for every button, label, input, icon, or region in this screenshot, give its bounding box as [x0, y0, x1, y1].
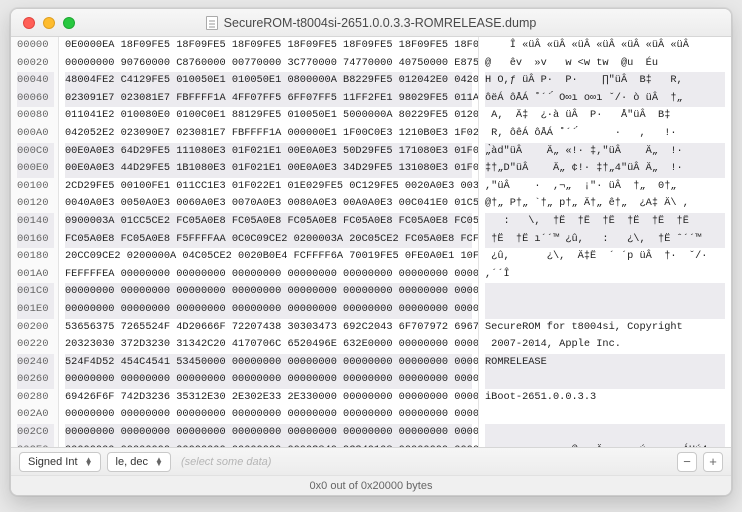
ascii-row[interactable]: ROMRELEASE — [485, 354, 725, 372]
offset-row: 000E0 — [17, 160, 54, 178]
offset-gutter: 0000000020000400006000080000A0000C0000E0… — [11, 37, 59, 447]
titlebar[interactable]: SecureROM-t8004si-2651.0.0.3.3-ROMRELEAS… — [11, 9, 731, 37]
offset-row: 00100 — [17, 178, 54, 196]
ascii-row[interactable]: 2007-2014, Apple Inc. — [485, 336, 725, 354]
hex-row[interactable]: 0900003A 01CC5CE2 FC05A0E8 FC05A0E8 FC05… — [65, 213, 472, 231]
offset-row: 00120 — [17, 195, 54, 213]
hex-row[interactable]: 20323030 372D3230 31342C20 4170706C 6520… — [65, 336, 472, 354]
hex-row[interactable]: 00E0A0E3 64D29FE5 111080E3 01F021E1 00E0… — [65, 143, 472, 161]
offset-row: 00260 — [17, 371, 54, 389]
chevron-updown-icon: ▲▼ — [84, 458, 94, 466]
hex-row[interactable]: 00000000 00000000 00000000 00000000 0000… — [65, 424, 472, 442]
ascii-row[interactable]: Î «üÂ «üÂ «üÂ «üÂ «üÂ «üÂ «üÂ — [485, 37, 725, 55]
hex-row[interactable]: 00000000 00000000 00000000 00000000 0000… — [65, 283, 472, 301]
hex-row[interactable]: 00000000 00000000 00000000 00000000 0000… — [65, 371, 472, 389]
minus-button[interactable]: − — [677, 452, 697, 472]
traffic-lights — [23, 17, 75, 29]
offset-row: 00040 — [17, 72, 54, 90]
offset-row: 00240 — [17, 354, 54, 372]
status-bar: 0x0 out of 0x20000 bytes — [11, 475, 731, 495]
ascii-row[interactable] — [485, 371, 725, 389]
offset-row: 000A0 — [17, 125, 54, 143]
ascii-row[interactable]: R, ôêÁ ôÅÁ ˚´´́ · , !· — [485, 125, 725, 143]
footer-bar: Signed Int ▲▼ le, dec ▲▼ (select some da… — [11, 447, 731, 475]
selection-hint: (select some data) — [181, 456, 271, 468]
close-icon[interactable] — [23, 17, 35, 29]
hex-row[interactable]: 00000000 00000000 00000000 00000000 0000… — [65, 301, 472, 319]
hex-row[interactable]: 20CC09CE2 0200000A 04C05CE2 0020B0E4 FCF… — [65, 248, 472, 266]
type-select-label: Signed Int — [28, 456, 78, 468]
ascii-row[interactable]: †Ë †Ë ı´´™ ¿û, : ¿\, †Ë ˆ´´™ — [485, 231, 725, 249]
hex-row[interactable]: 00000000 90760000 C8760000 00770000 3C77… — [65, 55, 472, 73]
offset-row: 001E0 — [17, 301, 54, 319]
hex-row[interactable]: 48004FE2 C4129FE5 010050E1 010050E1 0800… — [65, 72, 472, 90]
ascii-row[interactable]: H O,ƒ üÂ P· P· ∏"üÂ B‡ R, — [485, 72, 725, 90]
ascii-row[interactable]: SecureROM for t8004si, Copyright — [485, 319, 725, 337]
offset-row: 00020 — [17, 55, 54, 73]
ascii-row[interactable] — [485, 301, 725, 319]
ascii-row[interactable] — [485, 283, 725, 301]
content-area: 0000000020000400006000080000A0000C0000E0… — [11, 37, 731, 447]
offset-row: 002A0 — [17, 406, 54, 424]
ascii-row[interactable]: ,´´Î — [485, 266, 725, 284]
chevron-updown-icon: ▲▼ — [154, 458, 164, 466]
hex-row[interactable]: 023091E7 023081E7 FBFFFF1A 4FF07FF5 6FF0… — [65, 90, 472, 108]
ascii-row[interactable]: A, Ä‡ ¿·à üÂ P· Å"üÂ B‡ — [485, 107, 725, 125]
offset-row: 001C0 — [17, 283, 54, 301]
hex-row[interactable]: 00E0A0E3 44D29FE5 1B1080E3 01F021E1 00E0… — [65, 160, 472, 178]
ascii-row[interactable]: @†„ P†„ `†„ p†„ Ä†„ ê†„ ¿A‡ Ä\ , — [485, 195, 725, 213]
zoom-icon[interactable] — [63, 17, 75, 29]
hex-pane[interactable]: 0E0000EA 18F09FE5 18F09FE5 18F09FE5 18F0… — [59, 37, 479, 447]
hex-row[interactable]: FEFFFFEA 00000000 00000000 00000000 0000… — [65, 266, 472, 284]
offset-row: 00180 — [17, 248, 54, 266]
ascii-row[interactable] — [485, 424, 725, 442]
offset-row: 000C0 — [17, 143, 54, 161]
window-title-text: SecureROM-t8004si-2651.0.0.3.3-ROMRELEAS… — [224, 16, 537, 30]
endian-select[interactable]: le, dec ▲▼ — [107, 452, 171, 472]
offset-row: 00200 — [17, 319, 54, 337]
hex-row[interactable]: 011041E2 010080E0 0100C0E1 88129FE5 0100… — [65, 107, 472, 125]
endian-select-label: le, dec — [116, 456, 148, 468]
ascii-row[interactable]: ¿û, ¿\, Ä‡Ë ´ ´p üÂ †· ˇ/· — [485, 248, 725, 266]
offset-row: 00280 — [17, 389, 54, 407]
offset-row: 001A0 — [17, 266, 54, 284]
offset-row: 00160 — [17, 231, 54, 249]
offset-row: 00080 — [17, 107, 54, 125]
offset-row: 00140 — [17, 213, 54, 231]
hex-row[interactable]: 524F4D52 454C4541 53450000 00000000 0000… — [65, 354, 472, 372]
window-title: SecureROM-t8004si-2651.0.0.3.3-ROMRELEAS… — [11, 16, 731, 30]
hex-editor-window: SecureROM-t8004si-2651.0.0.3.3-ROMRELEAS… — [10, 8, 732, 496]
type-select[interactable]: Signed Int ▲▼ — [19, 452, 101, 472]
ascii-row[interactable]: ,"üÂ · ,¬„ ¡"· üÂ †„ 0†„ — [485, 178, 725, 196]
ascii-row[interactable]: ‡†„D"üÂ Ä„ ¢!· ‡†„4"üÂ Ä„ !· — [485, 160, 725, 178]
status-text: 0x0 out of 0x20000 bytes — [310, 480, 433, 492]
hex-row[interactable]: 69426F6F 742D3236 35312E30 2E302E33 2E33… — [65, 389, 472, 407]
plus-button[interactable]: + — [703, 452, 723, 472]
ascii-row[interactable]: @ êv »v w <w tw @u Éu — [485, 55, 725, 73]
ascii-row[interactable]: ôëÁ ôÅÁ ˚´´́ O∞ı o∞ı ˇ/· ò üÂ †„ — [485, 90, 725, 108]
ascii-row[interactable]: „̀àd"üÂ Ä„ «!· ‡,"üÂ Ä„ !· — [485, 143, 725, 161]
hex-row[interactable]: FC05A0E8 FC05A0E8 F5FFFFAA 0C0C09CE2 020… — [65, 231, 472, 249]
hex-row[interactable]: 2CD29FE5 00100FE1 011CC1E3 01F022E1 01E0… — [65, 178, 472, 196]
hex-row[interactable]: 00000000 00000000 00000000 00000000 0000… — [65, 406, 472, 424]
hex-row[interactable]: 53656375 7265524F 4D20666F 72207438 3030… — [65, 319, 472, 337]
ascii-row[interactable]: : \, †Ë †Ë †Ë †Ë †Ë †Ë — [485, 213, 725, 231]
ascii-pane[interactable]: Î «üÂ «üÂ «üÂ «üÂ «üÂ «üÂ «üÂ@ êv »v w <… — [479, 37, 731, 447]
hex-row[interactable]: 0E0000EA 18F09FE5 18F09FE5 18F09FE5 18F0… — [65, 37, 472, 55]
offset-row: 002C0 — [17, 424, 54, 442]
hex-row[interactable]: 042052E2 023090E7 023081E7 FBFFFF1A 0000… — [65, 125, 472, 143]
hex-row[interactable]: 0040A0E3 0050A0E3 0060A0E3 0070A0E3 0080… — [65, 195, 472, 213]
offset-row: 00000 — [17, 37, 54, 55]
offset-row: 00060 — [17, 90, 54, 108]
ascii-row[interactable]: iBoot-2651.0.0.3.3 — [485, 389, 725, 407]
ascii-row[interactable] — [485, 406, 725, 424]
document-icon — [206, 16, 218, 30]
minimize-icon[interactable] — [43, 17, 55, 29]
offset-row: 00220 — [17, 336, 54, 354]
